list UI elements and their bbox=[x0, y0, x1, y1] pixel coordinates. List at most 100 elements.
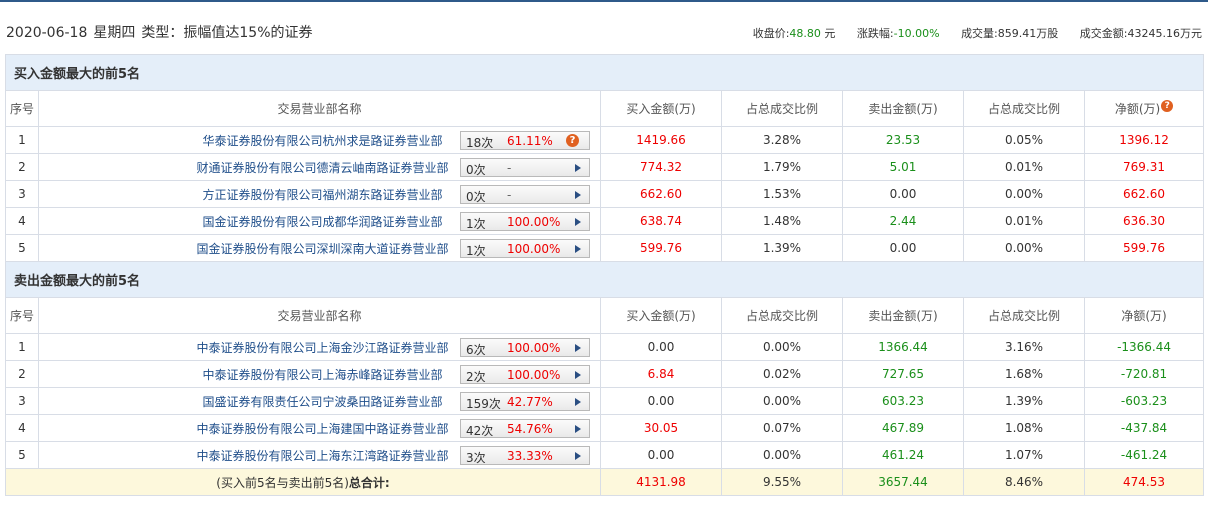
broker-name-link[interactable]: 中泰证券股份有限公司上海金沙江路证券营业部 bbox=[196, 341, 448, 355]
history-tag[interactable]: 0次 - bbox=[460, 158, 590, 177]
table-row: 2 财通证券股份有限公司德清云岫南路证券营业部 0次 - 774.32 1.79% 5.01… bbox=[5, 153, 1205, 181]
broker-name-cell: 中泰证券股份有限公司上海金沙江路证券营业部 6次 100.00% bbox=[38, 333, 601, 361]
play-arrow-icon[interactable] bbox=[575, 398, 581, 406]
turnover: 成交金额:43245.16万元 bbox=[1079, 27, 1202, 40]
broker-name-link[interactable]: 中泰证券股份有限公司上海东江湾路证券营业部 bbox=[196, 449, 448, 463]
play-arrow-icon[interactable] bbox=[575, 164, 581, 172]
sell-ratio: 0.01% bbox=[963, 207, 1085, 235]
history-tag[interactable]: 2次 100.00% bbox=[460, 365, 590, 384]
net-amount: 1396.12 bbox=[1083, 126, 1205, 154]
history-tag[interactable]: 3次 33.33% bbox=[460, 446, 590, 465]
appear-count: 6次 bbox=[466, 343, 486, 357]
win-rate: - bbox=[507, 161, 512, 175]
play-arrow-icon[interactable] bbox=[575, 218, 581, 226]
sell-amount: 0.00 bbox=[842, 234, 964, 262]
broker-name-link[interactable]: 国金证券股份有限公司深圳深南大道证券营业部 bbox=[196, 242, 448, 256]
play-arrow-icon[interactable] bbox=[575, 245, 581, 253]
sell-ratio: 1.07% bbox=[963, 441, 1085, 469]
history-tag[interactable]: 6次 100.00% bbox=[460, 338, 590, 357]
buy-amount: 1419.66 bbox=[600, 126, 722, 154]
table-row: 1 中泰证券股份有限公司上海金沙江路证券营业部 6次 100.00% 0.00 0.00%… bbox=[5, 333, 1205, 361]
history-tag[interactable]: 1次 100.00% bbox=[460, 239, 590, 258]
quote-stats: 收盘价:48.80 元 涨跌幅:-10.00% 成交量:859.41万股 成交金… bbox=[735, 25, 1202, 41]
buy-ratio: 1.79% bbox=[721, 153, 843, 181]
buy-ratio: 0.00% bbox=[721, 333, 843, 361]
broker-name-link[interactable]: 中泰证券股份有限公司上海建国中路证券营业部 bbox=[196, 422, 448, 436]
col-sell-ratio: 占总成交比例 bbox=[963, 297, 1085, 334]
sell-amount: 0.00 bbox=[842, 180, 964, 208]
history-tag[interactable]: 18次 61.11%? bbox=[460, 131, 590, 150]
broker-name-cell: 国盛证券有限责任公司宁波桑田路证券营业部 159次 42.77% bbox=[38, 387, 601, 415]
win-rate: - bbox=[507, 188, 512, 202]
help-icon[interactable]: ? bbox=[1161, 100, 1174, 112]
buy-ratio: 1.48% bbox=[721, 207, 843, 235]
appear-count: 1次 bbox=[466, 244, 486, 258]
col-net: 净额(万)? bbox=[1083, 90, 1205, 127]
broker-name-cell: 方正证券股份有限公司福州湖东路证券营业部 0次 - bbox=[38, 180, 601, 208]
appear-count: 3次 bbox=[466, 451, 486, 465]
sell-amount: 2.44 bbox=[842, 207, 964, 235]
close-price: 收盘价:48.80 元 bbox=[752, 27, 836, 40]
buy-ratio: 0.02% bbox=[721, 360, 843, 388]
row-index: 2 bbox=[5, 153, 39, 181]
col-buy: 买入金额(万) bbox=[600, 297, 722, 334]
col-idx: 序号 bbox=[5, 297, 39, 334]
net-amount: 769.31 bbox=[1083, 153, 1205, 181]
sell-amount: 727.65 bbox=[842, 360, 964, 388]
broker-name-link[interactable]: 财通证券股份有限公司德清云岫南路证券营业部 bbox=[196, 161, 448, 175]
row-index: 2 bbox=[5, 360, 39, 388]
net-amount: -461.24 bbox=[1083, 441, 1205, 469]
win-rate: 54.76% bbox=[507, 422, 553, 436]
appear-count: 1次 bbox=[466, 217, 486, 231]
row-index: 3 bbox=[5, 180, 39, 208]
buy-ratio: 3.28% bbox=[721, 126, 843, 154]
weekday: 星期四 bbox=[93, 25, 136, 41]
sell-ratio: 1.39% bbox=[963, 387, 1085, 415]
total-net: 474.53 bbox=[1083, 468, 1205, 496]
sell-amount: 1366.44 bbox=[842, 333, 964, 361]
help-icon[interactable]: ? bbox=[566, 134, 579, 147]
col-idx: 序号 bbox=[5, 90, 39, 127]
play-arrow-icon[interactable] bbox=[575, 425, 581, 433]
total-sell: 3657.44 bbox=[842, 468, 964, 496]
play-arrow-icon[interactable] bbox=[575, 344, 581, 352]
appear-count: 159次 bbox=[466, 397, 501, 411]
table-row: 3 国盛证券有限责任公司宁波桑田路证券营业部 159次 42.77% 0.00 0.00%… bbox=[5, 387, 1205, 415]
broker-name-link[interactable]: 华泰证券股份有限公司杭州求是路证券营业部 bbox=[202, 134, 442, 148]
sell-ratio: 1.08% bbox=[963, 414, 1085, 442]
broker-name-link[interactable]: 中泰证券股份有限公司上海赤峰路证券营业部 bbox=[202, 368, 442, 382]
broker-name-link[interactable]: 国金证券股份有限公司成都华润路证券营业部 bbox=[202, 215, 442, 229]
play-arrow-icon[interactable] bbox=[575, 371, 581, 379]
page-title: 2020-06-18 星期四 类型：振幅值达15%的证券 bbox=[6, 22, 319, 42]
total-label: (买入前5名与卖出前5名)总合计: bbox=[5, 468, 601, 496]
col-buy-ratio: 占总成交比例 bbox=[721, 297, 843, 334]
broker-name-link[interactable]: 方正证券股份有限公司福州湖东路证券营业部 bbox=[202, 188, 442, 202]
total-buy: 4131.98 bbox=[600, 468, 722, 496]
net-amount: -437.84 bbox=[1083, 414, 1205, 442]
win-rate: 42.77% bbox=[507, 395, 553, 409]
appear-count: 0次 bbox=[466, 190, 486, 204]
history-tag[interactable]: 42次 54.76% bbox=[460, 419, 590, 438]
broker-name-cell: 国金证券股份有限公司深圳深南大道证券营业部 1次 100.00% bbox=[38, 234, 601, 262]
sell-ratio: 0.00% bbox=[963, 180, 1085, 208]
buy-ratio: 0.07% bbox=[721, 414, 843, 442]
broker-name-link[interactable]: 国盛证券有限责任公司宁波桑田路证券营业部 bbox=[202, 395, 442, 409]
col-sell: 卖出金额(万) bbox=[842, 90, 964, 127]
history-tag[interactable]: 0次 - bbox=[460, 185, 590, 204]
sell-amount: 603.23 bbox=[842, 387, 964, 415]
buy-amount: 0.00 bbox=[600, 333, 722, 361]
play-arrow-icon[interactable] bbox=[575, 191, 581, 199]
play-arrow-icon[interactable] bbox=[575, 452, 581, 460]
buy-amount: 30.05 bbox=[600, 414, 722, 442]
section-title: 买入金额最大的前5名 bbox=[4, 54, 1205, 91]
sell-ratio: 0.05% bbox=[963, 126, 1085, 154]
history-tag[interactable]: 159次 42.77% bbox=[460, 392, 590, 411]
sell-amount: 461.24 bbox=[842, 441, 964, 469]
table-row: 5 中泰证券股份有限公司上海东江湾路证券营业部 3次 33.33% 0.00 0.00% 4… bbox=[5, 441, 1205, 469]
broker-name-cell: 财通证券股份有限公司德清云岫南路证券营业部 0次 - bbox=[38, 153, 601, 181]
history-tag[interactable]: 1次 100.00% bbox=[460, 212, 590, 231]
buy-amount: 638.74 bbox=[600, 207, 722, 235]
table-row: 4 国金证券股份有限公司成都华润路证券营业部 1次 100.00% 638.74 1.48… bbox=[5, 207, 1205, 235]
buy-section-header: 买入金额最大的前5名 bbox=[4, 54, 1205, 91]
buy-ratio: 0.00% bbox=[721, 441, 843, 469]
